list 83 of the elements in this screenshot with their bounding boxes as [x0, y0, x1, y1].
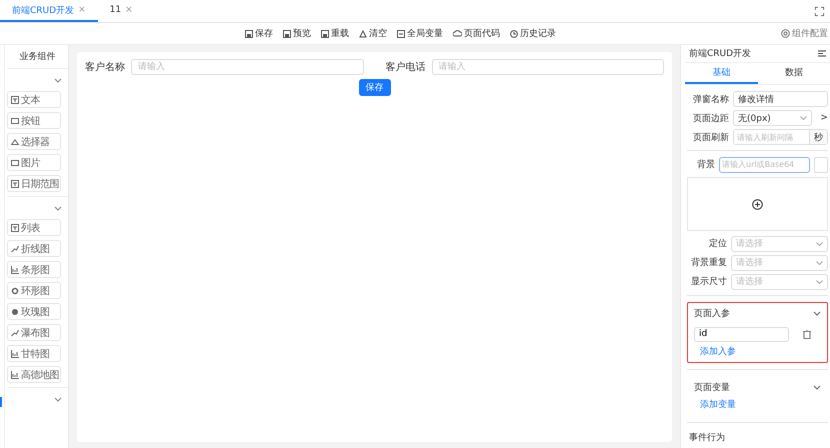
component-icon — [11, 224, 19, 232]
page-tab[interactable]: 前端CRUD开发 × — [0, 0, 98, 22]
toolbar-button[interactable]: 保存 — [245, 27, 273, 40]
chevron-icon — [816, 242, 823, 246]
toolbar-button[interactable]: 全局变量 — [397, 27, 443, 40]
component-item[interactable]: 选择器 — [7, 133, 61, 150]
component-config-button[interactable]: 组件配置 — [781, 27, 828, 40]
input-field[interactable]: 修改详情 — [733, 91, 828, 108]
chevron-icon — [816, 260, 823, 265]
component-icon — [11, 244, 19, 252]
save-button[interactable]: 保存 — [358, 79, 390, 96]
toolbar-button[interactable]: 页面代码 — [453, 27, 500, 40]
field-label: 客户名称 — [85, 60, 125, 74]
component-icon — [11, 158, 19, 166]
toolbar-button[interactable]: 历史记录 — [510, 27, 556, 40]
panel-tab[interactable]: 基础 — [685, 63, 758, 84]
field-label: 页面边距 — [692, 112, 729, 125]
expand-link[interactable]: > — [820, 113, 828, 124]
page-tab[interactable]: 11 × — [98, 0, 145, 22]
clock-icon — [510, 30, 518, 38]
chevron-icon[interactable] — [54, 396, 62, 402]
field-label: 弹窗名称 — [692, 94, 729, 106]
add-icon[interactable] — [752, 198, 763, 210]
toolbar-button[interactable]: 清空 — [359, 27, 387, 40]
component-icon — [11, 116, 19, 124]
component-item[interactable]: 日期范围 — [7, 175, 61, 192]
field-label: 显示尺寸 — [690, 276, 727, 288]
sidebar-title: 业务组件 — [20, 50, 56, 64]
input-field[interactable]: id — [694, 326, 789, 342]
component-icon — [11, 350, 19, 358]
input-field[interactable]: 请输入 — [131, 59, 364, 75]
component-icon — [11, 266, 19, 274]
component-item[interactable]: 图片 — [7, 154, 61, 171]
input-field[interactable]: 请输入 — [432, 59, 664, 75]
section-title: 页面变量 — [694, 382, 730, 394]
panel-title: 前端CRUD开发 — [689, 48, 752, 60]
section-title: 事件行为 — [688, 432, 726, 445]
field-label: 定位 — [708, 238, 727, 250]
component-item[interactable]: 环形图 — [7, 282, 61, 299]
toolbar-button[interactable]: 预览 — [283, 27, 311, 40]
component-item[interactable]: 甘特图 — [7, 345, 61, 362]
chevron-icon — [816, 280, 823, 284]
chevron-icon[interactable] — [54, 206, 62, 210]
field-label: 背景重复 — [690, 256, 727, 270]
menu-icon[interactable] — [818, 50, 826, 57]
chevron-icon[interactable] — [54, 78, 62, 82]
fullscreen-icon[interactable] — [815, 6, 824, 16]
add-link[interactable]: 添加变量 — [700, 398, 736, 411]
section-title: 页面入参 — [694, 308, 730, 320]
active-indicator — [0, 397, 2, 407]
component-icon — [11, 370, 19, 378]
color-swatch[interactable] — [814, 156, 828, 173]
chevron-icon[interactable] — [813, 311, 821, 316]
cloud-icon — [453, 30, 462, 38]
square-icon — [397, 30, 405, 38]
component-item[interactable]: 文本 — [7, 91, 61, 108]
add-link[interactable]: 添加入参 — [700, 344, 736, 358]
component-item[interactable]: 折线图 — [7, 240, 61, 257]
triangle-icon — [359, 30, 367, 38]
component-item[interactable]: 瀑布图 — [7, 324, 61, 341]
settings-icon — [781, 29, 790, 38]
component-item[interactable]: 按钮 — [7, 112, 61, 129]
component-icon — [11, 286, 19, 294]
component-icon — [11, 308, 19, 316]
field-label: 客户电话 — [386, 60, 426, 74]
input-field[interactable]: 请输入url或Base64 — [719, 156, 810, 173]
input-field[interactable]: 请输入刷新间隔 秒 — [733, 129, 828, 145]
component-item[interactable]: 玫瑰图 — [7, 303, 61, 320]
chevron-icon — [800, 116, 808, 120]
component-item[interactable]: 高德地图 — [7, 366, 61, 383]
component-icon — [11, 180, 19, 188]
field-label: 背景 — [696, 158, 715, 172]
component-icon — [11, 96, 19, 104]
select-field[interactable]: 无(0px) — [733, 110, 812, 126]
chevron-icon[interactable] — [813, 385, 821, 390]
panel-tab[interactable]: 数据 — [758, 63, 830, 84]
toolbar-button[interactable]: 重载 — [321, 27, 349, 40]
trash-icon[interactable] — [803, 330, 811, 339]
component-icon — [11, 328, 19, 336]
field-label: 页面刷新 — [692, 132, 729, 144]
component-icon — [11, 138, 19, 146]
component-item[interactable]: 条形图 — [7, 261, 61, 278]
component-item[interactable]: 列表 — [7, 219, 61, 236]
